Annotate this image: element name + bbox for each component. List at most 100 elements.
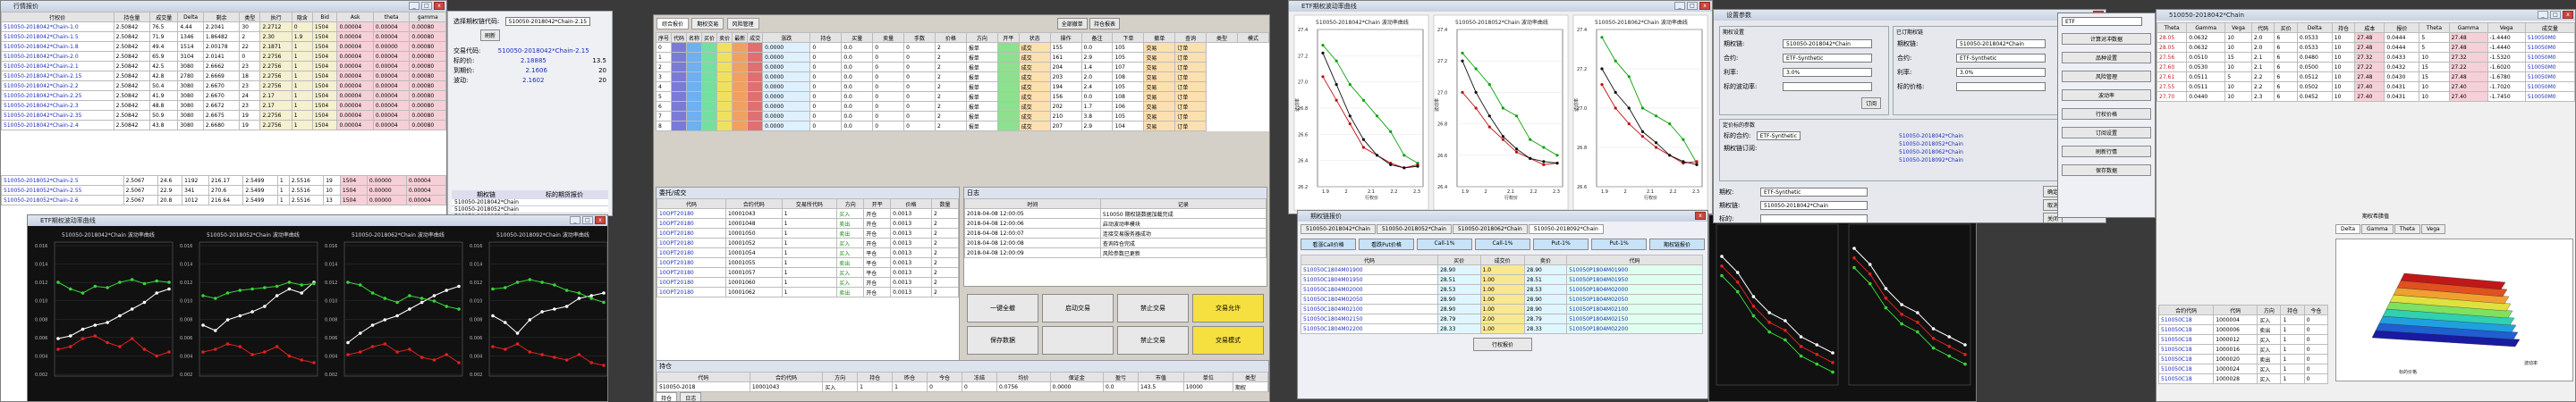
table-row[interactable]: 10OPT20180 10001055 1 卖出 平仓 0.0013 2 bbox=[656, 257, 960, 268]
trade-action[interactable]: 交易 bbox=[1143, 62, 1176, 72]
table-row[interactable]: 510050-2018042*Chain-1.8 2.50842 49.4 1514 2… bbox=[1, 41, 446, 52]
trade-action[interactable]: 交易 bbox=[1143, 101, 1176, 112]
column-header[interactable]: 报价 bbox=[2384, 22, 2420, 33]
trade-action[interactable]: 交易 bbox=[1143, 111, 1176, 121]
settings-field-value[interactable] bbox=[1783, 82, 1872, 91]
table-row[interactable]: 510050-2018042*Chain-1.5 2.50842 71.9 1346 1… bbox=[1, 31, 446, 42]
table-row[interactable]: 2018-04-08 12:00:09 风险参数已更新 bbox=[964, 247, 1267, 258]
trade-action[interactable]: 交易 bbox=[1143, 42, 1176, 53]
column-header[interactable]: Gamma bbox=[2186, 22, 2226, 33]
trade-order[interactable]: 订单 bbox=[1174, 52, 1208, 63]
trade-action[interactable]: 交易 bbox=[1143, 52, 1176, 63]
trade-order-select[interactable]: 报单 bbox=[965, 42, 998, 53]
dropdown-item[interactable]: 品种设置 bbox=[2062, 52, 2151, 63]
trade-order-select[interactable]: 报单 bbox=[965, 111, 998, 121]
table-row[interactable]: 510050C1804M01950 28.51 1.00 28.51 510050P18… bbox=[1300, 274, 1703, 285]
column-header[interactable]: 代码 bbox=[657, 372, 750, 382]
chain-select-dropdown[interactable]: 510050-2018042*Chain-2.15 bbox=[504, 17, 591, 26]
trade-row[interactable]: 6 0.0000 0 0.0 0 0 2 报单 成交 202 1.7 106 交易 订单 bbox=[655, 101, 1269, 112]
trade-order-select[interactable]: 报单 bbox=[965, 71, 998, 82]
tab-log[interactable]: 日志 bbox=[680, 392, 702, 401]
table-row[interactable]: 28.05 0.0632 10 2.0 6 0.0533 10 27.48 0.0444 5 27.… bbox=[2157, 32, 2575, 43]
trade-row[interactable]: 7 0.0000 0 0.0 0 0 2 报单 成交 210 3.8 105 交易 订单 bbox=[655, 111, 1269, 121]
trade-row[interactable]: 5 0.0000 0 0.0 0 0 2 报单 成交 156 0.0 108 交易 订单 bbox=[655, 91, 1269, 102]
column-header[interactable]: 代码 bbox=[2250, 22, 2275, 33]
column-header[interactable]: 持仓 bbox=[2331, 22, 2356, 33]
settings-field-value[interactable]: 3.0% bbox=[1956, 68, 2046, 77]
column-header[interactable]: theta bbox=[372, 12, 411, 22]
column-header[interactable]: Vega bbox=[2224, 22, 2252, 33]
trade-order[interactable]: 订单 bbox=[1174, 111, 1208, 121]
tab-trade[interactable]: 期权交易 bbox=[691, 18, 724, 29]
table-row[interactable]: 2018-04-08 12:00:05 510050 期权链数据加载完成 bbox=[964, 208, 1267, 219]
minimize-icon[interactable]: _ bbox=[2538, 11, 2548, 19]
popup-top-button[interactable]: 看涨Call价格 bbox=[1301, 239, 1356, 250]
tab-quote[interactable]: 综合报价 bbox=[657, 18, 690, 29]
table-row[interactable]: 510050C18 1000016 买入 1 0 bbox=[2157, 344, 2329, 355]
trade-column-header[interactable]: 名称 bbox=[686, 32, 703, 43]
trade-column-header[interactable]: 开平 bbox=[996, 32, 1020, 43]
column-header[interactable]: 今仓 bbox=[2303, 305, 2329, 315]
trade-action-button[interactable]: 禁止交易 bbox=[1117, 294, 1189, 322]
popup-tab[interactable]: 510050-2018062*Chain bbox=[1452, 224, 1528, 234]
settings-field-value[interactable]: 510050-2018042*Chain bbox=[1956, 39, 2046, 48]
column-header[interactable]: 代码 bbox=[656, 198, 727, 209]
trade-column-header[interactable]: 下单 bbox=[1112, 32, 1145, 43]
settings-field-value[interactable]: 3.0% bbox=[1783, 68, 1872, 77]
dropdown-item[interactable]: 计算对冲数据 bbox=[2062, 33, 2151, 45]
dropdown-item[interactable]: 风险管理 bbox=[2062, 71, 2151, 82]
trade-order[interactable]: 订单 bbox=[1174, 62, 1208, 72]
trade-order-select[interactable]: 报单 bbox=[965, 81, 998, 92]
column-header[interactable]: gamma bbox=[409, 12, 446, 22]
column-header[interactable]: 市值 bbox=[1137, 372, 1184, 382]
column-header[interactable]: 冻结 bbox=[962, 372, 997, 382]
trade-column-header[interactable]: 买价 bbox=[701, 32, 718, 43]
column-header[interactable]: Bid bbox=[311, 12, 338, 22]
popup-exercise-button[interactable]: 行权报价 bbox=[1472, 338, 1532, 351]
trade-order[interactable]: 订单 bbox=[1174, 91, 1208, 102]
table-row[interactable]: 10OPT20180 10001050 1 卖出 开仓 0.0013 2 bbox=[656, 228, 960, 239]
trade-action-button[interactable]: 一键全撤 bbox=[967, 294, 1038, 322]
trade-column-header[interactable]: 备注 bbox=[1080, 32, 1114, 43]
column-header[interactable]: Theta bbox=[2157, 22, 2188, 33]
chain-subscribed-item[interactable]: 510050-2018092*Chain bbox=[1899, 156, 1963, 164]
greek-tab[interactable]: Vega bbox=[2420, 224, 2445, 234]
popup-tab[interactable]: 510050-2018052*Chain bbox=[1376, 224, 1452, 234]
popup-top-button[interactable]: Call-1% bbox=[1475, 239, 1530, 250]
table-row[interactable]: 10OPT20180 10001057 1 买入 平仓 0.0013 2 bbox=[656, 267, 960, 278]
trade-action-button[interactable]: 交易模式 bbox=[1192, 326, 1264, 355]
popup-tab[interactable]: 510050-2018092*Chain bbox=[1528, 224, 1604, 234]
table-row[interactable]: 2018-04-08 12:00:07 连接交易服务器成功 bbox=[964, 228, 1267, 239]
popup-tab[interactable]: 510050-2018042*Chain bbox=[1301, 224, 1376, 234]
trade-column-header[interactable]: 代码 bbox=[671, 32, 688, 43]
column-header[interactable]: 成交量 bbox=[2524, 22, 2575, 33]
popup-top-button[interactable]: 看跌Put价格 bbox=[1359, 239, 1414, 250]
column-header[interactable]: 保证金 bbox=[1049, 372, 1105, 382]
column-header[interactable]: 卖价 bbox=[1523, 255, 1568, 265]
table-row[interactable]: 27.60 0.0530 10 2.1 6 0.0500 10 27.22 0.0432 15 27… bbox=[2157, 62, 2575, 72]
chain-refresh-button[interactable]: 刷新 bbox=[480, 29, 501, 41]
table-row[interactable]: 510050-2018042*Chain-2.15 2.50842 42.8 2780… bbox=[1, 71, 446, 81]
trade-action-button[interactable]: 保存数据 bbox=[967, 326, 1038, 355]
trade-column-header[interactable]: 类型 bbox=[1206, 32, 1238, 43]
minimize-icon[interactable]: _ bbox=[409, 2, 419, 10]
trade-row[interactable]: 4 0.0000 0 0.0 0 0 2 报单 成交 194 2.4 105 交易 订单 bbox=[655, 81, 1269, 92]
maximize-icon[interactable]: □ bbox=[2550, 11, 2561, 19]
column-header[interactable]: 成交量 bbox=[149, 12, 179, 22]
trade-action[interactable]: 交易 bbox=[1143, 81, 1176, 92]
column-header[interactable]: 合约代码 bbox=[2157, 305, 2215, 315]
greek-tab[interactable]: Delta bbox=[2335, 224, 2361, 234]
trade-row[interactable]: 1 0.0000 0 0.0 0 0 2 报单 成交 161 2.9 105 交易 订单 bbox=[655, 52, 1269, 63]
table-row[interactable]: 510050C1804M02050 28.90 1.00 28.90 510050P18… bbox=[1300, 294, 1703, 305]
trade-column-header[interactable]: 状态 bbox=[1018, 32, 1051, 43]
trade-row[interactable]: 8 0.0000 0 0.0 0 0 2 报单 成交 207 2.9 104 交易 订单 bbox=[655, 121, 1269, 131]
table-row[interactable]: 510050C18 1000006 卖出 1 0 bbox=[2157, 324, 2329, 335]
table-row[interactable]: 510050C18 1000028 买入 1 0 bbox=[2157, 373, 2329, 384]
chain-list-item[interactable]: 510050-2018042*Chain bbox=[452, 199, 608, 206]
column-header[interactable]: 记录 bbox=[1099, 198, 1267, 209]
dropdown-item[interactable]: 刷新行情 bbox=[2062, 146, 2151, 157]
column-header[interactable]: Delta bbox=[177, 12, 204, 22]
settings-field-value[interactable]: 510050-2018042*Chain bbox=[1783, 39, 1872, 48]
chain-subscribed-item[interactable]: 510050-2018052*Chain bbox=[1899, 140, 1963, 148]
column-header[interactable]: 代码 bbox=[2213, 305, 2258, 315]
